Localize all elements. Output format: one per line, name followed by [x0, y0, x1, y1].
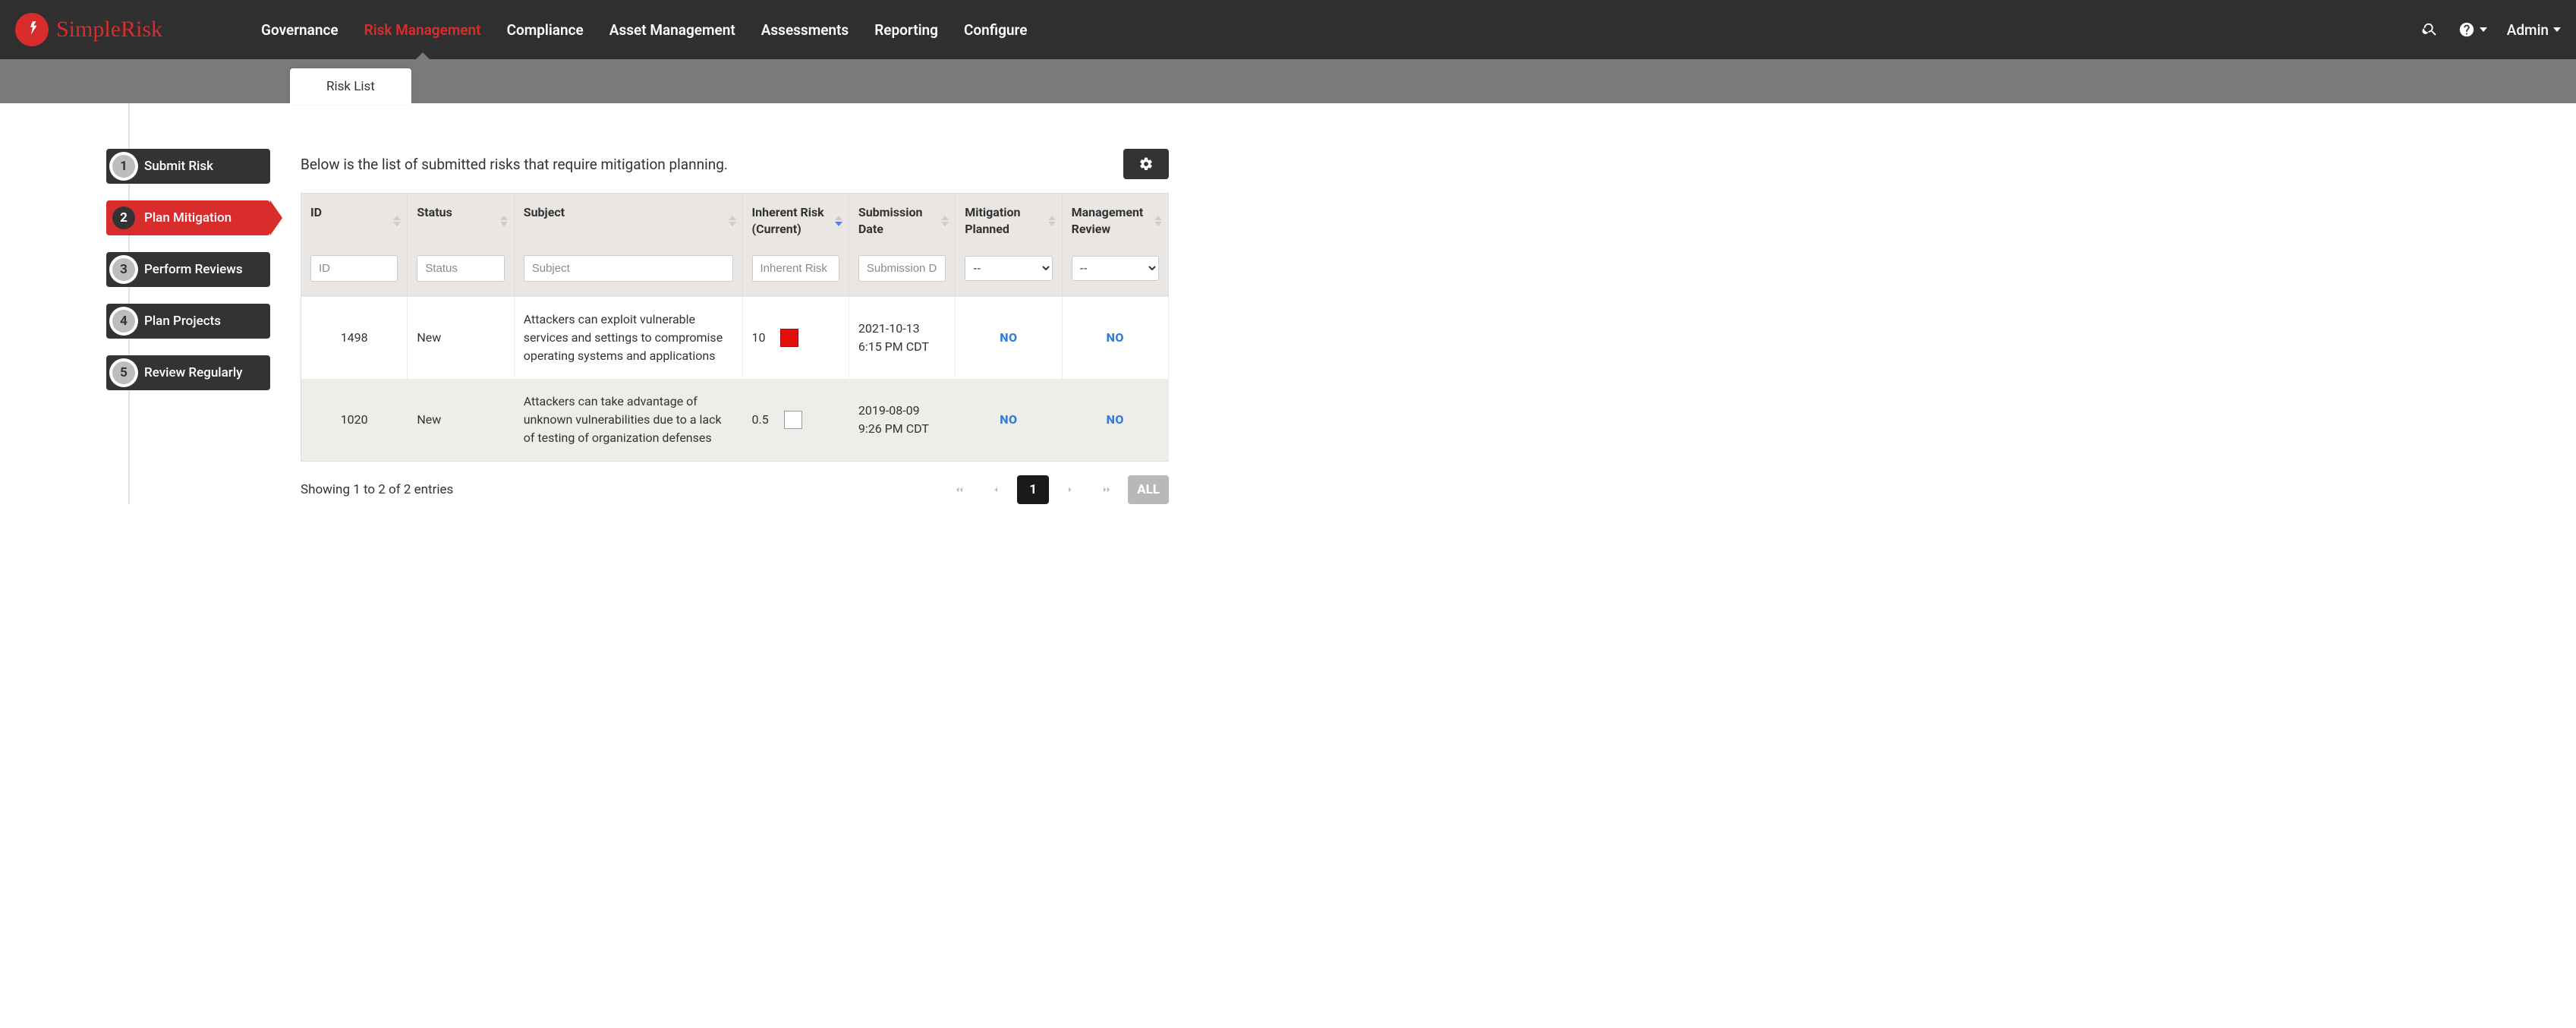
nav-governance[interactable]: Governance	[261, 0, 339, 59]
cell-status: New	[408, 379, 514, 462]
sort-icon	[393, 216, 401, 226]
step-label: Plan Projects	[144, 314, 221, 329]
search-icon[interactable]	[2422, 21, 2439, 38]
mitigation-link[interactable]: NO	[1000, 412, 1017, 427]
filter-id-input[interactable]	[310, 255, 398, 282]
step-perform-reviews[interactable]: 3 Perform Reviews	[106, 252, 270, 287]
review-link[interactable]: NO	[1107, 412, 1124, 427]
nav-reporting[interactable]: Reporting	[874, 0, 938, 59]
table-filter-row: -- --	[301, 248, 1169, 297]
step-label: Plan Mitigation	[144, 210, 231, 225]
nav-asset-management[interactable]: Asset Management	[609, 0, 735, 59]
col-header-subject[interactable]: Subject	[514, 194, 742, 248]
page-description: Below is the list of submitted risks tha…	[301, 156, 1111, 173]
table-header-row: ID Status Subject Inherent Risk (Current…	[301, 194, 1169, 248]
cell-inherent-risk: 10	[742, 297, 849, 379]
cell-subject: Attackers can take advantage of unknown …	[514, 379, 742, 462]
risk-color-box	[780, 329, 798, 347]
step-number: 2	[112, 207, 135, 229]
topbar-right: Admin	[2422, 21, 2561, 39]
cell-subject: Attackers can exploit vulnerable service…	[514, 297, 742, 379]
table-row[interactable]: 1020 New Attackers can take advantage of…	[301, 379, 1169, 462]
pager-all[interactable]: ALL	[1128, 475, 1169, 504]
step-plan-mitigation[interactable]: 2 Plan Mitigation	[106, 200, 270, 235]
gear-icon	[1138, 156, 1154, 172]
filter-risk-input[interactable]	[752, 255, 839, 282]
main-nav: Governance Risk Management Compliance As…	[261, 0, 1027, 59]
content: Below is the list of submitted risks tha…	[301, 149, 1169, 504]
sort-icon	[500, 216, 508, 226]
caret-down-icon	[2480, 27, 2487, 32]
nav-assessments[interactable]: Assessments	[761, 0, 849, 59]
col-header-submission-date[interactable]: Submission Date	[849, 194, 955, 248]
user-menu[interactable]: Admin	[2507, 21, 2561, 39]
filter-subject-input[interactable]	[524, 255, 733, 282]
brand-logo[interactable]: SimpleRisk	[15, 13, 162, 46]
col-header-mitigation-planned[interactable]: Mitigation Planned	[956, 194, 1062, 248]
pager-prev[interactable]	[981, 475, 1011, 504]
filter-status-input[interactable]	[417, 255, 504, 282]
filter-mitigation-select[interactable]: --	[965, 256, 1052, 281]
filter-date-input[interactable]	[858, 255, 946, 282]
step-number: 1	[112, 155, 135, 178]
step-submit-risk[interactable]: 1 Submit Risk	[106, 149, 270, 184]
step-number: 5	[112, 361, 135, 384]
step-number: 4	[112, 310, 135, 333]
cell-date: 2021-10-13 6:15 PM CDT	[849, 297, 955, 379]
nav-configure[interactable]: Configure	[964, 0, 1027, 59]
brand-name: SimpleRisk	[56, 17, 162, 43]
risk-color-box	[784, 411, 802, 429]
table-footer: Showing 1 to 2 of 2 entries 1 ALL	[301, 475, 1169, 504]
step-label: Perform Reviews	[144, 262, 243, 277]
risk-table: ID Status Subject Inherent Risk (Current…	[301, 193, 1169, 462]
user-name: Admin	[2507, 21, 2549, 39]
cell-inherent-risk: 0.5	[742, 379, 849, 462]
step-plan-projects[interactable]: 4 Plan Projects	[106, 304, 270, 339]
pager: 1 ALL	[944, 475, 1169, 504]
step-number: 3	[112, 258, 135, 281]
sort-icon	[729, 216, 736, 226]
mitigation-link[interactable]: NO	[1000, 330, 1017, 345]
page-body: 1 Submit Risk 2 Plan Mitigation 3 Perfor…	[0, 103, 1184, 534]
col-header-management-review[interactable]: Management Review	[1062, 194, 1168, 248]
nav-compliance[interactable]: Compliance	[507, 0, 584, 59]
caret-down-icon	[2553, 27, 2561, 32]
pager-next[interactable]	[1055, 475, 1085, 504]
cell-id: 1020	[301, 379, 408, 462]
help-icon[interactable]	[2458, 21, 2487, 38]
risk-value: 0.5	[752, 411, 769, 429]
step-label: Submit Risk	[144, 159, 213, 174]
review-link[interactable]: NO	[1107, 330, 1124, 345]
steps-sidebar: 1 Submit Risk 2 Plan Mitigation 3 Perfor…	[106, 149, 270, 504]
step-label: Review Regularly	[144, 365, 242, 380]
col-header-id[interactable]: ID	[301, 194, 408, 248]
cell-status: New	[408, 297, 514, 379]
table-info: Showing 1 to 2 of 2 entries	[301, 482, 944, 497]
cell-id: 1498	[301, 297, 408, 379]
table-row[interactable]: 1498 New Attackers can exploit vulnerabl…	[301, 297, 1169, 379]
nav-risk-management[interactable]: Risk Management	[364, 0, 481, 59]
col-header-inherent-risk[interactable]: Inherent Risk (Current)	[742, 194, 849, 248]
col-header-status[interactable]: Status	[408, 194, 514, 248]
filter-review-select[interactable]: --	[1072, 256, 1159, 281]
topbar: SimpleRisk Governance Risk Management Co…	[0, 0, 2576, 59]
sort-icon	[835, 216, 842, 226]
risk-value: 10	[752, 329, 766, 347]
sort-icon	[1048, 216, 1056, 226]
pager-first[interactable]	[944, 475, 975, 504]
table-settings-button[interactable]	[1123, 149, 1169, 179]
pager-page-1[interactable]: 1	[1017, 475, 1049, 504]
tab-risk-list[interactable]: Risk List	[290, 68, 411, 105]
sort-icon	[941, 216, 949, 226]
pager-last[interactable]	[1091, 475, 1122, 504]
subtab-bar: Risk List	[0, 59, 2576, 103]
cell-date: 2019-08-09 9:26 PM CDT	[849, 379, 955, 462]
brand-logo-icon	[15, 13, 49, 46]
step-review-regularly[interactable]: 5 Review Regularly	[106, 355, 270, 390]
sort-icon	[1154, 216, 1162, 226]
